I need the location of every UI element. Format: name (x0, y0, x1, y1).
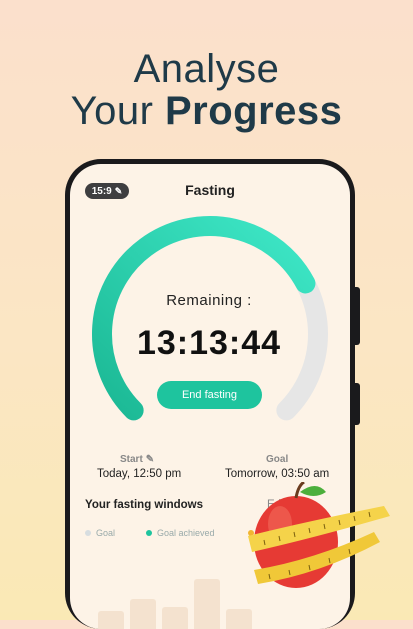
goal-value: Tomorrow, 03:50 am (225, 468, 330, 480)
remaining-label: Remaining : (166, 292, 252, 309)
headline-prefix: Your (70, 89, 165, 133)
legend-dot (85, 530, 91, 536)
goal-label: Goal (266, 454, 289, 465)
section-title: Your fasting windows (85, 499, 203, 511)
apple-tape-illustration (248, 482, 390, 588)
start-label[interactable]: Start ✎ (120, 454, 154, 465)
legend-goal: Goal (85, 528, 115, 538)
headline-bold: Progress (165, 89, 343, 133)
chart-bar (130, 599, 156, 629)
legend-label: Goal achieved (157, 528, 215, 538)
legend-dot (146, 530, 152, 536)
headline-line1: Analyse (133, 47, 280, 91)
progress-ring (92, 216, 328, 421)
phone-side-button-lower (355, 383, 360, 425)
legend-label: Goal (96, 528, 116, 538)
legend-goal-achieved: Goal achieved (146, 528, 215, 538)
chart-bar (162, 607, 188, 629)
countdown-timer: 13:13:44 (136, 324, 282, 362)
start-value: Today, 12:50 pm (97, 468, 182, 480)
end-fasting-button[interactable]: End fasting (157, 381, 262, 409)
pencil-icon: ✎ (145, 454, 155, 465)
chart-bar (226, 609, 252, 629)
chart-bar (98, 611, 124, 629)
phone-side-button (355, 287, 360, 345)
start-label-text: Start (120, 454, 143, 465)
headline-line2: Your Progress (0, 88, 413, 134)
chart-bar (194, 579, 220, 629)
